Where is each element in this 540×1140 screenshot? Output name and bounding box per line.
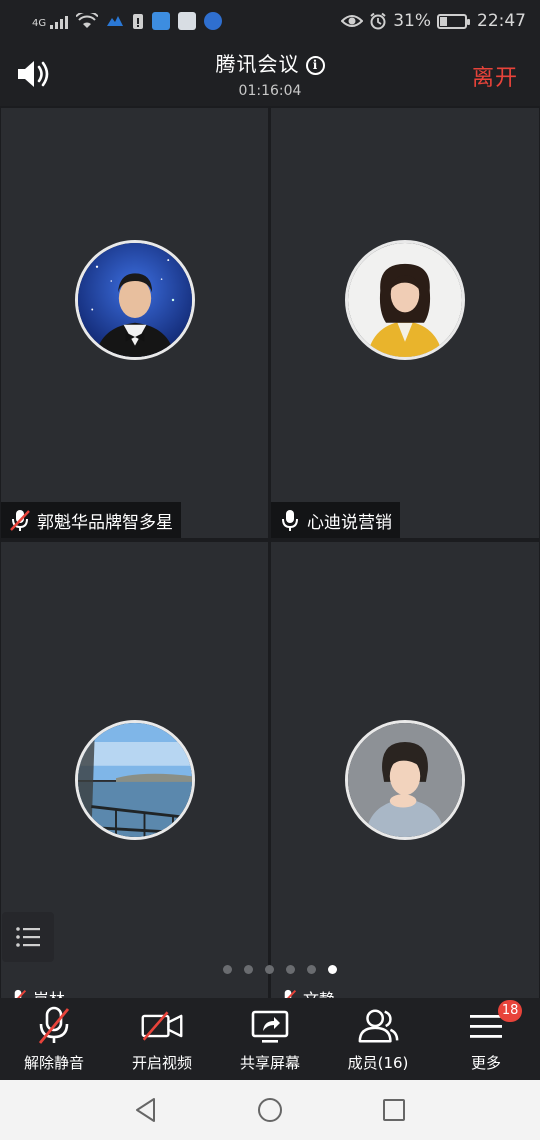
back-button[interactable]	[132, 1096, 160, 1124]
page-dot[interactable]	[265, 965, 274, 974]
mic-icon	[282, 510, 298, 531]
mic-muted-icon	[10, 510, 30, 531]
page-dot[interactable]	[286, 965, 295, 974]
start-video-button[interactable]: 开启视频	[108, 998, 216, 1080]
recents-button[interactable]	[380, 1096, 408, 1124]
unmute-label: 解除静音	[23, 1054, 84, 1072]
participant-name: 岚林	[33, 986, 65, 998]
signal-icon	[50, 13, 69, 29]
participant-tile[interactable]: 郭魁华品牌智多星	[1, 108, 268, 538]
video-off-icon	[141, 1011, 183, 1041]
system-navigation-bar	[0, 1080, 540, 1140]
back-triangle-icon	[136, 1098, 155, 1122]
mic-muted-icon	[38, 1006, 70, 1044]
leave-button[interactable]: 离开	[472, 60, 518, 92]
app-notification-icon	[204, 12, 223, 30]
recents-square-icon	[383, 1099, 405, 1121]
participant-name: 文静	[303, 986, 335, 998]
list-icon	[16, 927, 40, 947]
unmute-button[interactable]: 解除静音	[0, 998, 108, 1080]
share-screen-icon	[251, 1010, 289, 1043]
meeting-timer: 01:16:04	[238, 83, 302, 99]
page-indicator[interactable]	[0, 965, 540, 974]
participant-name-tag: 岚林	[1, 986, 65, 998]
members-button[interactable]: 成员(16)	[324, 998, 432, 1080]
battery-icon	[437, 13, 470, 29]
mic-muted-icon	[14, 989, 27, 998]
avatar	[75, 240, 195, 360]
share-screen-button[interactable]: 共享屏幕	[216, 998, 324, 1080]
network-type: 4G	[32, 18, 47, 29]
share-screen-label: 共享屏幕	[239, 1054, 300, 1072]
wifi-icon	[76, 13, 99, 28]
avatar	[75, 720, 195, 840]
info-icon[interactable]: i	[305, 56, 325, 75]
home-button[interactable]	[256, 1096, 284, 1124]
battery-percent: 31%	[393, 11, 431, 31]
meeting-toolbar: 解除静音 开启视频 共享屏幕 成员(16) 18 更多	[0, 998, 540, 1080]
participant-name-tag: 郭魁华品牌智多星	[1, 502, 181, 538]
video-grid: 郭魁华品牌智多星 心迪说营销	[0, 106, 540, 998]
participant-name-tag: 心迪说营销	[271, 502, 400, 538]
members-label: 成员(16)	[347, 1054, 409, 1072]
clock: 22:47	[477, 11, 526, 31]
status-bar: 4G 31% 22:47	[0, 0, 540, 42]
mic-muted-icon	[284, 989, 297, 998]
page-dot[interactable]	[307, 965, 316, 974]
members-icon	[358, 1009, 399, 1043]
participant-name: 心迪说营销	[307, 512, 392, 533]
home-circle-icon	[258, 1098, 282, 1122]
avatar	[345, 240, 465, 360]
alarm-icon	[370, 12, 386, 30]
participant-name-tag: 文静	[271, 986, 335, 998]
eye-comfort-icon	[341, 15, 364, 27]
app-notification-icon	[107, 16, 124, 26]
participant-tile[interactable]: 文静	[271, 542, 539, 998]
page-dot[interactable]	[223, 965, 232, 974]
notification-badge: 18	[497, 1000, 523, 1022]
more-button[interactable]: 18 更多	[432, 998, 540, 1080]
app-notification-icon	[152, 12, 171, 30]
app-notification-icon	[178, 12, 197, 30]
sim-alert-icon	[133, 14, 144, 29]
participant-name: 郭魁华品牌智多星	[37, 512, 173, 533]
more-label: 更多	[470, 1054, 501, 1072]
meeting-title-area[interactable]: 腾讯会议 i 01:16:04	[0, 48, 540, 99]
start-video-label: 开启视频	[131, 1054, 192, 1072]
participant-tile[interactable]: 心迪说营销	[271, 108, 539, 538]
page-dot-active[interactable]	[328, 965, 337, 974]
chat-list-button[interactable]	[2, 912, 54, 962]
avatar	[345, 720, 465, 840]
meeting-title[interactable]: 腾讯会议	[216, 52, 300, 76]
meeting-header: 腾讯会议 i 01:16:04 离开	[0, 42, 540, 106]
page-dot[interactable]	[244, 965, 253, 974]
